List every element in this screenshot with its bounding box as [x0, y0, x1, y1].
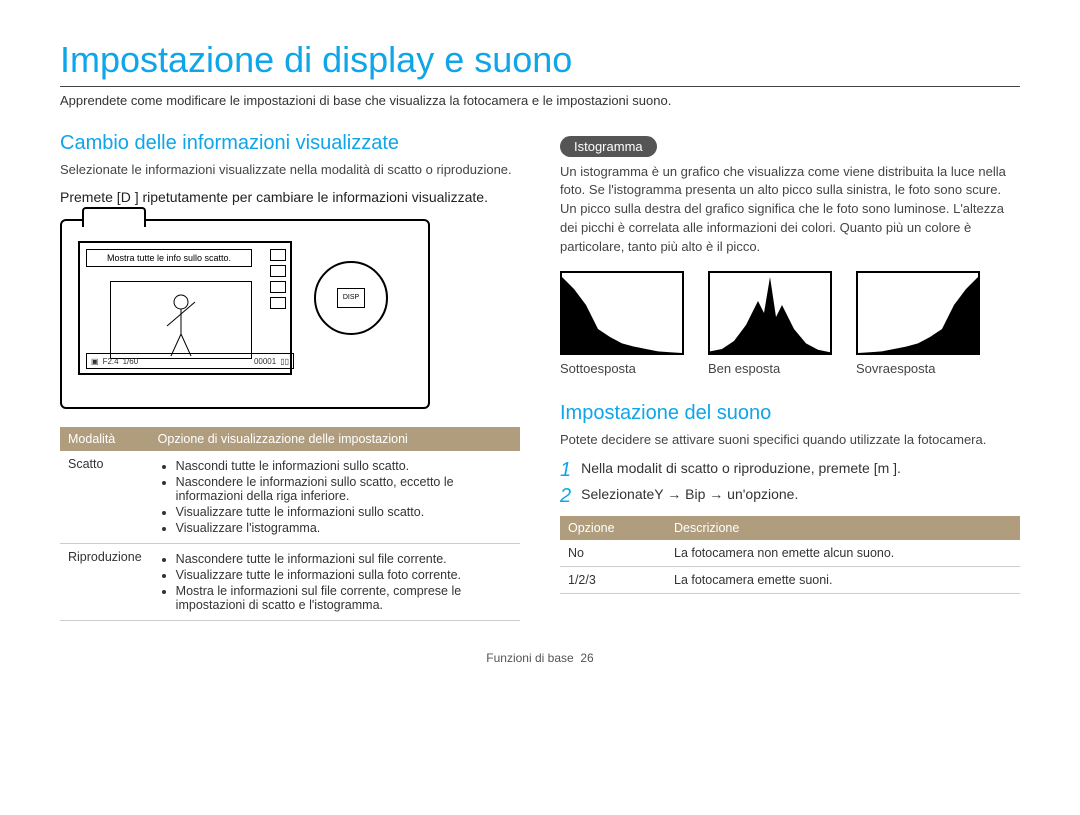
description-cell: La fotocamera emette suoni.	[666, 566, 1020, 593]
list-item: Visualizzare tutte le informazioni sullo…	[176, 505, 512, 519]
section-subtext: Selezionate le informazioni visualizzate…	[60, 161, 520, 180]
step-2: 2 SelezionateY → Bip → un'opzione.	[560, 486, 1020, 506]
histogram-item: Sottoesposta	[560, 271, 684, 376]
step-number: 1	[560, 460, 571, 480]
histogram-description: Un istogramma è un grafico che visualizz…	[560, 163, 1020, 257]
list-item: Visualizzare l'istogramma.	[176, 521, 512, 535]
lcd-counter: 00001	[254, 357, 276, 366]
mode-cell: Scatto	[60, 451, 150, 544]
camera-control-dial: DISP	[314, 261, 388, 335]
histogram-label: Ben esposta	[708, 361, 832, 376]
lcd-subject-outline	[110, 281, 252, 359]
step-number: 2	[560, 486, 571, 506]
footer-page-number: 26	[580, 651, 593, 665]
section-heading-display: Cambio delle informazioni visualizzate	[60, 132, 520, 155]
lcd-shutter: 1/60	[123, 357, 139, 366]
divider	[60, 86, 1020, 87]
list-item: Nascondere le informazioni sullo scatto,…	[176, 475, 512, 503]
histogram-item: Sovraesposta	[856, 271, 980, 376]
sound-table: Opzione Descrizione NoLa fotocamera non …	[560, 516, 1020, 594]
list-item: Mostra le informazioni sul file corrente…	[176, 584, 512, 612]
histogram-chart	[560, 271, 684, 355]
list-item: Visualizzare tutte le informazioni sulla…	[176, 568, 512, 582]
table-row: 1/2/3La fotocamera emette suoni.	[560, 566, 1020, 593]
camera-lcd: Mostra tutte le info sullo scatto.	[78, 241, 292, 375]
disp-button-label: DISP	[337, 288, 365, 308]
table-row: Scatto Nascondi tutte le informazioni sul…	[60, 451, 520, 544]
lcd-overlay-message: Mostra tutte le info sullo scatto.	[86, 249, 252, 267]
page-title: Impostazione di display e suono	[60, 40, 1020, 80]
lcd-icon: ▣	[91, 357, 99, 366]
sound-table-h1: Opzione	[560, 516, 666, 540]
option-cell: No	[560, 540, 666, 567]
lcd-aperture: F2.4	[103, 357, 119, 366]
histogram-chart	[708, 271, 832, 355]
option-cell: 1/2/3	[560, 566, 666, 593]
histogram-label: Sottoesposta	[560, 361, 684, 376]
list-item: Nascondere tutte le informazioni sul fil…	[176, 552, 512, 566]
lcd-status-bar: ▣ F2.4 1/60 00001 ▯▯	[86, 353, 294, 369]
sound-subtext: Potete decidere se attivare suoni specif…	[560, 431, 1020, 450]
histogram-chart	[856, 271, 980, 355]
page-footer: Funzioni di base 26	[60, 651, 1020, 665]
modes-table: Modalità Opzione di visualizzazione dell…	[60, 427, 520, 621]
footer-label: Funzioni di base	[486, 651, 573, 665]
sound-table-h2: Descrizione	[666, 516, 1020, 540]
camera-diagram: Mostra tutte le info sullo scatto.	[60, 219, 430, 409]
step-2-text: SelezionateY → Bip → un'opzione.	[581, 486, 798, 502]
table-row: Riproduzione Nascondere tutte le informaz…	[60, 544, 520, 621]
description-cell: La fotocamera non emette alcun suono.	[666, 540, 1020, 567]
step-1: 1 Nella modalit di scatto o riproduzione…	[560, 460, 1020, 480]
histogram-pill: Istogramma	[560, 136, 657, 157]
section-heading-sound: Impostazione del suono	[560, 402, 1020, 425]
histogram-label: Sovraesposta	[856, 361, 980, 376]
list-item: Nascondi tutte le informazioni sullo sca…	[176, 459, 512, 473]
mode-cell: Riproduzione	[60, 544, 150, 621]
modes-table-h1: Modalità	[60, 427, 150, 451]
instruction-text: Premete [D ] ripetutamente per cambiare …	[60, 189, 520, 205]
histogram-item: Ben esposta	[708, 271, 832, 376]
histogram-examples: Sottoesposta Ben esposta Sovraesposta	[560, 271, 1020, 376]
modes-table-h2: Opzione di visualizzazione delle imposta…	[150, 427, 520, 451]
options-cell: Nascondere tutte le informazioni sul fil…	[150, 544, 520, 621]
options-cell: Nascondi tutte le informazioni sullo sca…	[150, 451, 520, 544]
table-row: NoLa fotocamera non emette alcun suono.	[560, 540, 1020, 567]
step-1-text: Nella modalit di scatto o riproduzione, …	[581, 460, 901, 476]
intro-text: Apprendete come modificare le impostazio…	[60, 93, 1020, 108]
lcd-side-icons	[270, 249, 286, 309]
